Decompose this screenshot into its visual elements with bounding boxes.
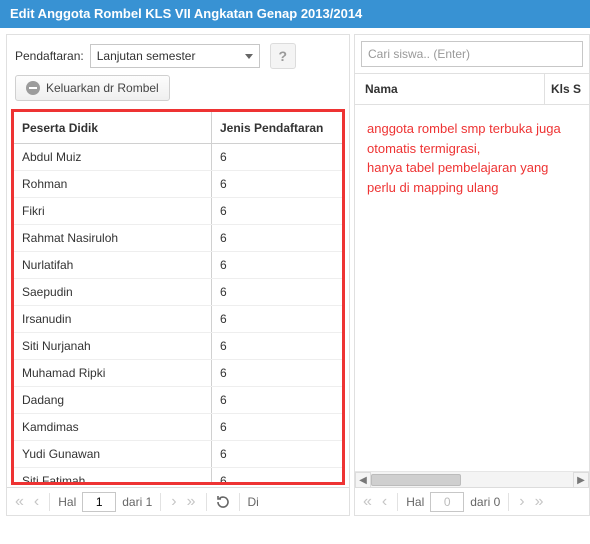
col-nama[interactable]: Nama	[355, 74, 545, 104]
cell-jenis: 6	[212, 333, 342, 359]
refresh-icon[interactable]	[215, 494, 231, 510]
hal-label: Hal	[58, 495, 76, 509]
cell-nama: Dadang	[14, 387, 212, 413]
right-panel: Cari siswa.. (Enter) Nama Kls S anggota …	[354, 34, 590, 516]
annotation-text: anggota rombel smp terbuka juga otomatis…	[355, 105, 589, 471]
pendaftaran-combo[interactable]: Lanjutan semester	[90, 44, 260, 68]
separator	[160, 493, 161, 511]
table-row[interactable]: Kamdimas6	[14, 414, 342, 441]
cell-jenis: 6	[212, 468, 342, 482]
scroll-left-icon[interactable]: ◀	[355, 472, 371, 488]
cell-jenis: 6	[212, 198, 342, 224]
col-kls[interactable]: Kls S	[545, 74, 589, 104]
table-row[interactable]: Siti Nurjanah6	[14, 333, 342, 360]
table-row[interactable]: Siti Fatimah6	[14, 468, 342, 482]
cell-nama: Saepudin	[14, 279, 212, 305]
cell-nama: Irsanudin	[14, 306, 212, 332]
pendaftaran-label: Pendaftaran:	[15, 49, 84, 63]
cell-jenis: 6	[212, 414, 342, 440]
last-page-icon[interactable]: »	[185, 494, 198, 510]
cell-nama: Nurlatifah	[14, 252, 212, 278]
keluarkan-button[interactable]: Keluarkan dr Rombel	[15, 75, 170, 101]
pager-overflow-text: Di	[248, 495, 259, 509]
first-page-icon[interactable]: «	[13, 494, 26, 510]
hal-label: Hal	[406, 495, 424, 509]
left-toolbar: Pendaftaran: Lanjutan semester ?	[7, 35, 349, 75]
pendaftaran-value: Lanjutan semester	[97, 49, 196, 63]
minus-circle-icon	[26, 81, 40, 95]
table-row[interactable]: Abdul Muiz6	[14, 144, 342, 171]
question-icon: ?	[278, 48, 287, 64]
table-row[interactable]: Rohman6	[14, 171, 342, 198]
table-row[interactable]: Fikri6	[14, 198, 342, 225]
separator	[508, 493, 509, 511]
workarea: Pendaftaran: Lanjutan semester ? Keluark…	[0, 28, 590, 516]
separator	[397, 493, 398, 511]
cell-jenis: 6	[212, 225, 342, 251]
col-peserta-didik[interactable]: Peserta Didik	[14, 112, 212, 143]
first-page-icon[interactable]: «	[361, 494, 374, 510]
grid-header: Peserta Didik Jenis Pendaftaran	[14, 112, 342, 144]
cell-nama: Abdul Muiz	[14, 144, 212, 170]
help-button[interactable]: ?	[270, 43, 296, 69]
cell-jenis: 6	[212, 306, 342, 332]
cell-jenis: 6	[212, 360, 342, 386]
cell-nama: Fikri	[14, 198, 212, 224]
left-panel: Pendaftaran: Lanjutan semester ? Keluark…	[6, 34, 350, 516]
grid-body[interactable]: Abdul Muiz6Rohman6Fikri6Rahmat Nasiruloh…	[14, 144, 342, 482]
separator	[49, 493, 50, 511]
separator	[239, 493, 240, 511]
keluarkan-label: Keluarkan dr Rombel	[46, 81, 159, 95]
cell-jenis: 6	[212, 252, 342, 278]
left-pager: « ‹ Hal dari 1 › » Di	[7, 487, 349, 515]
horizontal-scrollbar[interactable]: ◀ ▶	[355, 471, 589, 487]
prev-page-icon[interactable]: ‹	[380, 494, 389, 510]
last-page-icon[interactable]: »	[533, 494, 546, 510]
window-title: Edit Anggota Rombel KLS VII Angkatan Gen…	[0, 0, 590, 28]
next-page-icon[interactable]: ›	[169, 494, 178, 510]
page-input[interactable]	[82, 492, 116, 512]
student-grid: Peserta Didik Jenis Pendaftaran Abdul Mu…	[11, 109, 345, 485]
left-toolbar2: Keluarkan dr Rombel	[7, 75, 349, 109]
search-input[interactable]: Cari siswa.. (Enter)	[361, 41, 583, 67]
table-row[interactable]: Dadang6	[14, 387, 342, 414]
scroll-right-icon[interactable]: ▶	[573, 472, 589, 488]
cell-nama: Siti Nurjanah	[14, 333, 212, 359]
table-row[interactable]: Saepudin6	[14, 279, 342, 306]
prev-page-icon[interactable]: ‹	[32, 494, 41, 510]
search-placeholder: Cari siswa.. (Enter)	[368, 47, 470, 61]
cell-nama: Siti Fatimah	[14, 468, 212, 482]
cell-nama: Rohman	[14, 171, 212, 197]
cell-jenis: 6	[212, 279, 342, 305]
cell-jenis: 6	[212, 171, 342, 197]
table-row[interactable]: Rahmat Nasiruloh6	[14, 225, 342, 252]
dari-label: dari 1	[122, 495, 152, 509]
cell-jenis: 6	[212, 387, 342, 413]
table-row[interactable]: Nurlatifah6	[14, 252, 342, 279]
right-grid-header: Nama Kls S	[355, 73, 589, 105]
table-row[interactable]: Yudi Gunawan6	[14, 441, 342, 468]
scroll-track[interactable]	[371, 472, 573, 488]
col-jenis-pendaftaran[interactable]: Jenis Pendaftaran	[212, 112, 342, 143]
dari-label: dari 0	[470, 495, 500, 509]
cell-nama: Rahmat Nasiruloh	[14, 225, 212, 251]
cell-jenis: 6	[212, 441, 342, 467]
table-row[interactable]: Muhamad Ripki6	[14, 360, 342, 387]
scroll-thumb[interactable]	[371, 474, 461, 486]
chevron-down-icon	[245, 54, 253, 59]
cell-nama: Yudi Gunawan	[14, 441, 212, 467]
page-input[interactable]	[430, 492, 464, 512]
next-page-icon[interactable]: ›	[517, 494, 526, 510]
cell-jenis: 6	[212, 144, 342, 170]
table-row[interactable]: Irsanudin6	[14, 306, 342, 333]
cell-nama: Muhamad Ripki	[14, 360, 212, 386]
separator	[206, 493, 207, 511]
right-pager: « ‹ Hal dari 0 › »	[355, 487, 589, 515]
cell-nama: Kamdimas	[14, 414, 212, 440]
